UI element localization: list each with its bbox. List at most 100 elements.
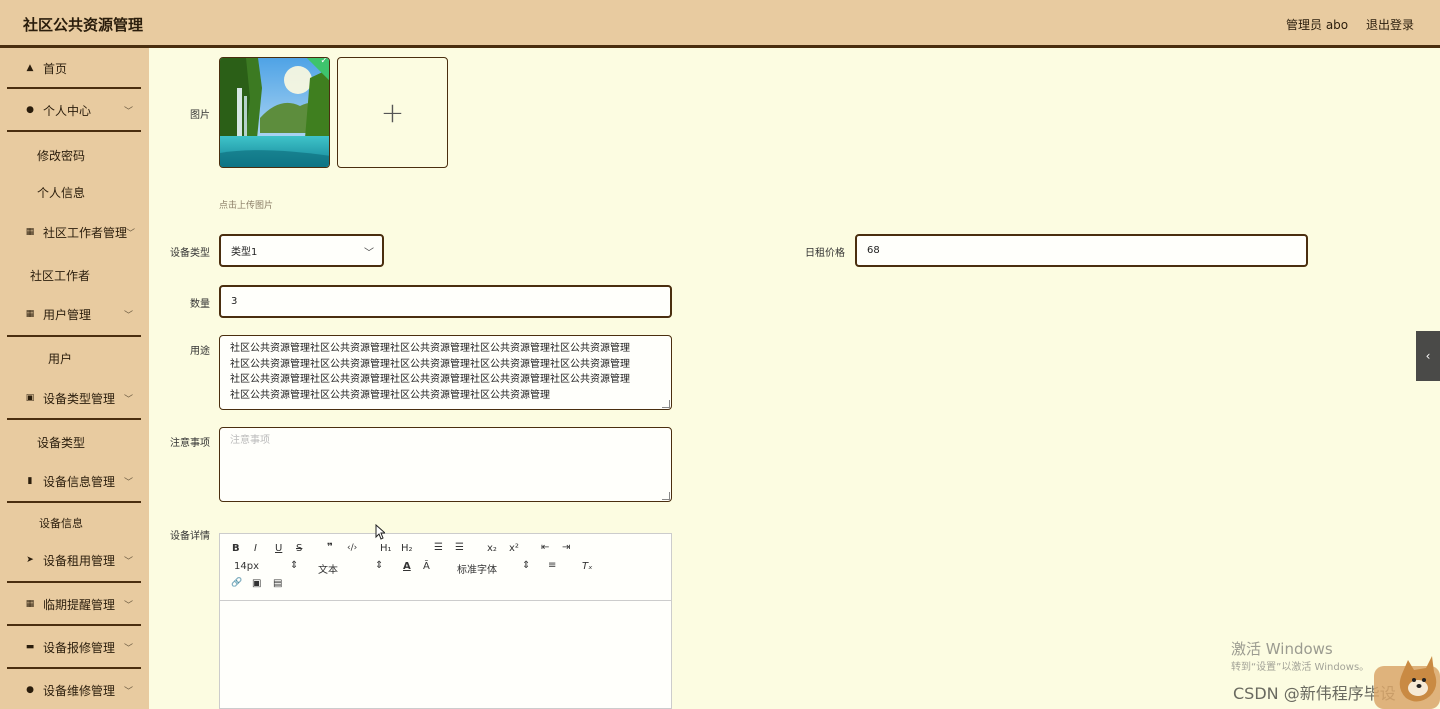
divider: [7, 581, 141, 583]
current-user: 管理员 abo: [1286, 18, 1349, 32]
sidebar-item-label: 用户管理: [43, 307, 92, 322]
clear-format-button[interactable]: Tₓ: [582, 561, 593, 572]
divider: [7, 130, 141, 132]
device-type-value: 类型1: [231, 247, 258, 258]
font-size-select[interactable]: 14px: [234, 561, 259, 572]
sidebar-item-workers[interactable]: ▦ 社区工作者管理 ﹀: [0, 212, 149, 252]
sidebar-item-rental[interactable]: ➤ 设备租用管理 ﹀: [0, 540, 149, 580]
code-icon[interactable]: ‹/›: [347, 543, 357, 553]
user-icon: ●: [26, 685, 34, 695]
upload-image-button[interactable]: +: [337, 57, 448, 168]
home-icon: ▲: [26, 63, 34, 73]
notes-textarea[interactable]: 注意事项: [219, 427, 672, 502]
daily-price-label: 日租价格: [805, 248, 845, 259]
text-style-select[interactable]: 文本: [318, 561, 338, 576]
italic-button[interactable]: I: [254, 543, 257, 554]
sidebar-item-label: 设备信息管理: [43, 474, 116, 489]
mouse-cursor-icon: [375, 523, 387, 543]
upload-hint: 点击上传图片: [219, 201, 274, 211]
background-color-button[interactable]: Ā: [423, 561, 430, 572]
daily-price-value: 68: [867, 245, 880, 256]
usage-line: 社区公共资源管理社区公共资源管理社区公共资源管理社区公共资源管理社区公共资源管理: [230, 374, 630, 385]
font-family-select[interactable]: 标准字体: [457, 561, 497, 576]
usage-textarea[interactable]: 社区公共资源管理社区公共资源管理社区公共资源管理社区公共资源管理社区公共资源管理…: [219, 335, 672, 410]
device-type-label: 设备类型: [170, 248, 210, 259]
sidebar-sub-device-info[interactable]: 设备信息: [39, 515, 83, 531]
unordered-list-icon[interactable]: ☰: [455, 542, 464, 553]
send-icon: ➤: [26, 555, 34, 565]
subscript-button[interactable]: x₂: [487, 543, 497, 554]
image-icon[interactable]: ▣: [252, 578, 261, 589]
bold-button[interactable]: B: [232, 543, 240, 554]
usage-line: 社区公共资源管理社区公共资源管理社区公共资源管理社区公共资源管理社区公共资源管理: [230, 358, 630, 370]
sidebar-item-personal[interactable]: ● 个人中心 ﹀: [0, 90, 149, 130]
notes-placeholder: 注意事项: [230, 435, 270, 446]
grid-icon: ▦: [25, 227, 35, 237]
underline-button[interactable]: U: [275, 543, 282, 554]
superscript-button[interactable]: x²: [509, 543, 519, 554]
quantity-value: 3: [231, 296, 238, 307]
divider: [7, 335, 141, 337]
chevron-left-icon[interactable]: ‹: [1416, 331, 1440, 381]
sidebar-item-device-info[interactable]: ▮ 设备信息管理 ﹀: [0, 461, 149, 501]
dog-mascot-image: [1374, 652, 1440, 709]
usage-line: 社区公共资源管理社区公共资源管理社区公共资源管理社区公共资源管理社区公共资源管理: [230, 343, 630, 354]
heading2-button[interactable]: H₂: [401, 543, 413, 554]
sidebar-item-home[interactable]: ▲ 首页: [0, 48, 149, 88]
grid-icon: ▦: [25, 309, 35, 319]
sidebar-item-expiry[interactable]: ▦ 临期提醒管理 ﹀: [0, 584, 149, 624]
quantity-input[interactable]: 3: [219, 285, 672, 318]
editor-content-area[interactable]: [220, 601, 671, 708]
quote-icon[interactable]: ❞: [327, 542, 333, 553]
uploaded-image-thumbnail[interactable]: ✓: [219, 57, 330, 168]
divider: [7, 501, 141, 503]
resize-handle[interactable]: [662, 400, 670, 408]
heading1-button[interactable]: H₁: [380, 543, 392, 554]
resize-handle[interactable]: [662, 492, 670, 500]
device-detail-label: 设备详情: [170, 531, 210, 542]
chevron-down-icon: ﹀: [123, 601, 133, 611]
outdent-icon[interactable]: ⇤: [541, 542, 549, 553]
sidebar-item-users[interactable]: ▦ 用户管理 ﹀: [0, 294, 149, 334]
sidebar-item-maintenance[interactable]: ● 设备维修管理 ﹀: [0, 670, 149, 709]
link-icon[interactable]: 🔗: [231, 578, 242, 588]
ordered-list-icon[interactable]: ☰: [434, 542, 443, 553]
chevron-down-icon: ﹀: [123, 687, 133, 697]
divider: [7, 624, 141, 626]
daily-price-input[interactable]: 68: [855, 234, 1308, 267]
top-header: 社区公共资源管理 管理员 abo 退出登录: [0, 0, 1440, 48]
windows-activation-hint: 转到“设置”以激活 Windows。: [1231, 662, 1370, 673]
sidebar-sub-users[interactable]: 用户: [48, 350, 72, 367]
video-icon[interactable]: ▤: [273, 578, 282, 589]
sidebar-item-repair-report[interactable]: ▬ 设备报修管理 ﹀: [0, 627, 149, 667]
chevron-down-icon: ﹀: [123, 311, 133, 321]
indent-icon[interactable]: ⇥: [562, 542, 570, 553]
sidebar-item-label: 设备租用管理: [43, 553, 116, 568]
csdn-watermark: CSDN @新伟程序毕设: [1233, 684, 1396, 703]
sort-icon: ⇕: [290, 560, 299, 571]
logout-link[interactable]: 退出登录: [1366, 16, 1414, 33]
grid-icon: ▦: [25, 599, 35, 609]
sort-icon: ⇕: [375, 560, 384, 571]
sidebar-sub-profile[interactable]: 个人信息: [37, 184, 85, 201]
strike-button[interactable]: S: [296, 543, 302, 554]
rich-text-editor: B I U S ❞ ‹/› H₁ H₂ ☰ ☰ x₂ x² ⇤ ⇥ 14px ⇕…: [219, 533, 672, 709]
sidebar-sub-workers[interactable]: 社区工作者: [30, 267, 90, 284]
sort-icon: ⇕: [522, 560, 531, 571]
font-color-button[interactable]: A: [403, 561, 411, 572]
chevron-down-icon: ﹀: [123, 107, 133, 117]
sidebar-sub-change-password[interactable]: 修改密码: [37, 147, 85, 164]
image-label: 图片: [190, 110, 210, 121]
device-type-select[interactable]: 类型1 ﹀: [219, 234, 384, 267]
divider: [7, 87, 141, 89]
divider: [7, 667, 141, 669]
sidebar: ▲ 首页 ● 个人中心 ﹀ 修改密码 个人信息 ▦ 社区工作者管理 ﹀ 社区工作…: [0, 48, 149, 709]
sidebar-sub-device-types[interactable]: 设备类型: [37, 434, 85, 451]
notes-label: 注意事项: [170, 438, 210, 449]
chevron-down-icon: ﹀: [123, 395, 133, 405]
sidebar-item-device-types[interactable]: ▣ 设备类型管理 ﹀: [0, 378, 149, 418]
chevron-down-icon: ﹀: [123, 557, 133, 567]
clipboard-icon: ▣: [25, 393, 35, 403]
bar-chart-icon: ▮: [27, 476, 33, 486]
align-icon[interactable]: ≡: [548, 560, 556, 571]
